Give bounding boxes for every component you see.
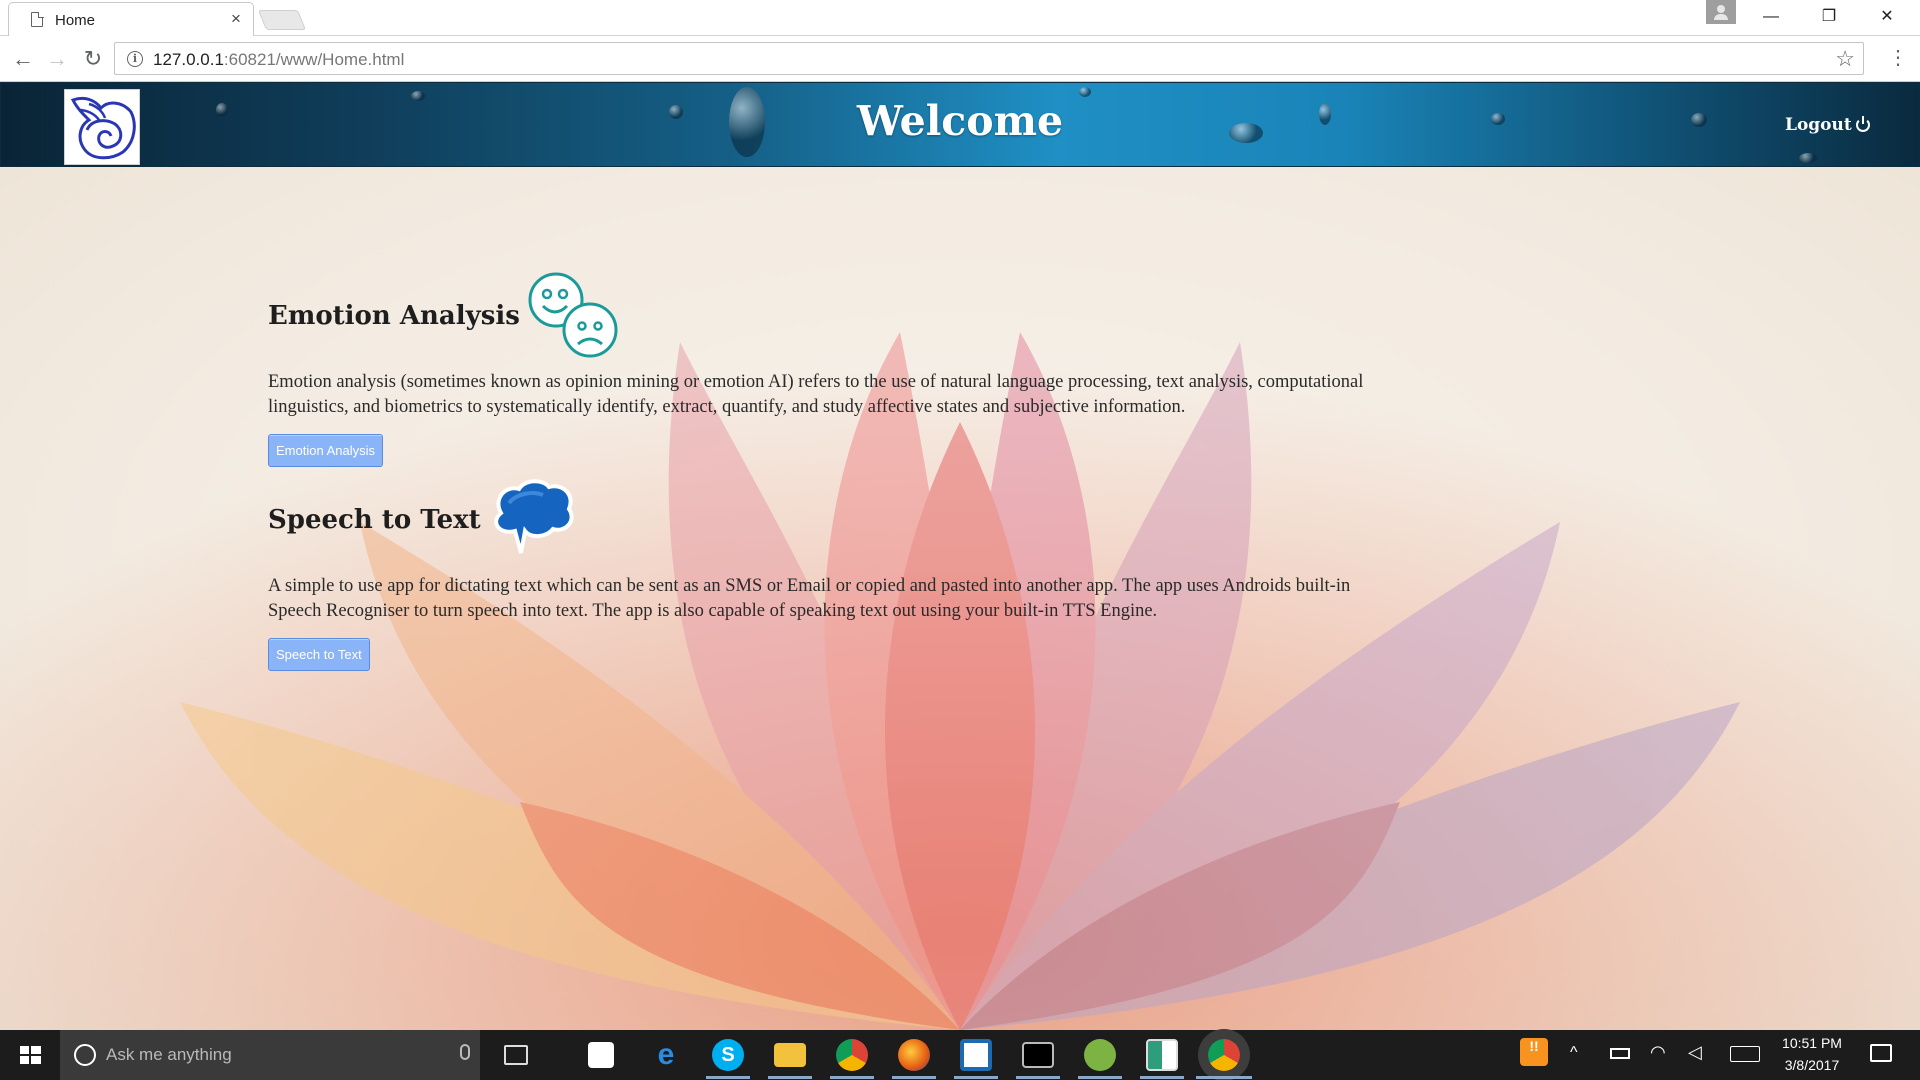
browser-tab-home[interactable]: Home ×: [8, 2, 254, 36]
site-info-icon[interactable]: i: [127, 51, 143, 67]
taskbar-search-box[interactable]: Ask me anything: [60, 1030, 480, 1080]
forward-arrow-icon[interactable]: →: [42, 44, 72, 74]
cortana-icon: [74, 1044, 96, 1066]
button-row: Emotion Analysis: [268, 434, 1408, 467]
section-heading: Speech to Text: [268, 505, 481, 535]
android-studio-active-indicator: [1078, 1076, 1122, 1079]
skype-icon[interactable]: S: [712, 1039, 744, 1071]
chrome-active-indicator: [830, 1076, 874, 1079]
bracket-app-icon[interactable]: [960, 1039, 992, 1071]
windows-logo-icon: [20, 1046, 41, 1064]
url-path: :60821/www/Home.html: [223, 50, 405, 69]
page-content: Welcome Logout Emotion Analysis Emotion …: [0, 82, 1920, 1030]
url-text[interactable]: 127.0.0.1:60821/www/Home.html: [153, 50, 404, 70]
bookmark-star-icon[interactable]: ☆: [1835, 46, 1855, 72]
clock-date[interactable]: 3/8/2017: [1772, 1057, 1852, 1073]
android-studio-icon[interactable]: [1084, 1039, 1116, 1071]
app-window-active-indicator: [1140, 1076, 1184, 1079]
bracket-active-indicator: [954, 1076, 998, 1079]
section-heading: Emotion Analysis: [268, 301, 520, 331]
explorer-active-indicator: [768, 1076, 812, 1079]
emotion-analysis-section: Emotion Analysis Emotion analysis (somet…: [268, 272, 1408, 467]
page-title: Welcome: [856, 97, 1064, 145]
notification-app-icon[interactable]: !!: [1520, 1038, 1548, 1066]
wifi-icon[interactable]: ◠: [1650, 1042, 1666, 1063]
section-description: A simple to use app for dictating text w…: [268, 576, 1351, 621]
volume-icon[interactable]: ◁: [1688, 1042, 1702, 1063]
tab-title: Home: [55, 12, 96, 29]
back-arrow-icon[interactable]: ←: [8, 44, 38, 74]
tab-close-button[interactable]: ×: [231, 9, 241, 29]
close-window-button[interactable]: ✕: [1864, 4, 1910, 30]
water-drop: [1799, 153, 1817, 163]
chrome-active-icon[interactable]: [1208, 1039, 1240, 1071]
start-button[interactable]: [0, 1030, 60, 1080]
edge-icon[interactable]: e: [650, 1039, 682, 1071]
skype-active-indicator: [706, 1076, 750, 1079]
logout-link[interactable]: Logout: [1785, 115, 1870, 135]
new-tab-button[interactable]: [257, 10, 307, 30]
button-row: Speech to Text: [268, 638, 1408, 671]
keyboard-icon[interactable]: [1730, 1046, 1760, 1062]
emotion-faces-icon: [528, 272, 618, 358]
windows-taskbar: Ask me anything e S !! ^ ◠ ◁ 10:51 PM 3/…: [0, 1030, 1920, 1080]
browser-toolbar: ← → ↻ i 127.0.0.1:60821/www/Home.html ☆ …: [0, 36, 1920, 82]
speech-to-text-section: Speech to Text A simple to use app for d…: [268, 476, 1408, 671]
document-icon: [31, 11, 44, 27]
emotion-analysis-button[interactable]: Emotion Analysis: [268, 434, 383, 467]
address-bar[interactable]: i 127.0.0.1:60821/www/Home.html ☆: [114, 42, 1864, 75]
power-icon: [1855, 116, 1870, 132]
task-view-icon[interactable]: [504, 1045, 528, 1065]
clock-time[interactable]: 10:51 PM: [1772, 1035, 1852, 1051]
chevron-up-icon[interactable]: ^: [1570, 1044, 1578, 1062]
terminal-active-indicator: [1016, 1076, 1060, 1079]
app-window-icon[interactable]: [1146, 1039, 1178, 1071]
file-explorer-icon[interactable]: [774, 1043, 806, 1067]
chrome-icon[interactable]: [836, 1039, 868, 1071]
section-heading-row: Emotion Analysis: [268, 272, 1408, 360]
browser-menu-icon[interactable]: ⋮: [1888, 46, 1908, 70]
firefox-icon[interactable]: [898, 1039, 930, 1071]
site-header: Welcome Logout: [0, 82, 1920, 167]
logout-label: Logout: [1785, 115, 1852, 135]
firefox-active-indicator: [892, 1076, 936, 1079]
browser-tabstrip: Home × — ❐ ✕: [0, 0, 1920, 36]
action-center-icon[interactable]: [1870, 1044, 1892, 1062]
section-heading-row: Speech to Text: [268, 476, 1408, 564]
terminal-icon[interactable]: [1022, 1042, 1054, 1068]
search-placeholder: Ask me anything: [106, 1045, 232, 1064]
store-icon[interactable]: [588, 1042, 614, 1068]
url-host: 127.0.0.1: [153, 50, 224, 69]
speech-to-text-button[interactable]: Speech to Text: [268, 638, 370, 671]
chrome-focused-indicator: [1196, 1076, 1252, 1079]
section-description: Emotion analysis (sometimes known as opi…: [268, 372, 1364, 417]
microphone-icon[interactable]: [460, 1044, 470, 1060]
battery-icon[interactable]: [1610, 1048, 1630, 1059]
water-drop: [1079, 87, 1091, 97]
reload-icon[interactable]: ↻: [78, 44, 108, 74]
speech-bubble-icon: [493, 479, 574, 554]
restore-button[interactable]: ❐: [1806, 4, 1852, 30]
profile-avatar-icon[interactable]: [1706, 0, 1736, 24]
minimize-button[interactable]: —: [1748, 4, 1794, 30]
